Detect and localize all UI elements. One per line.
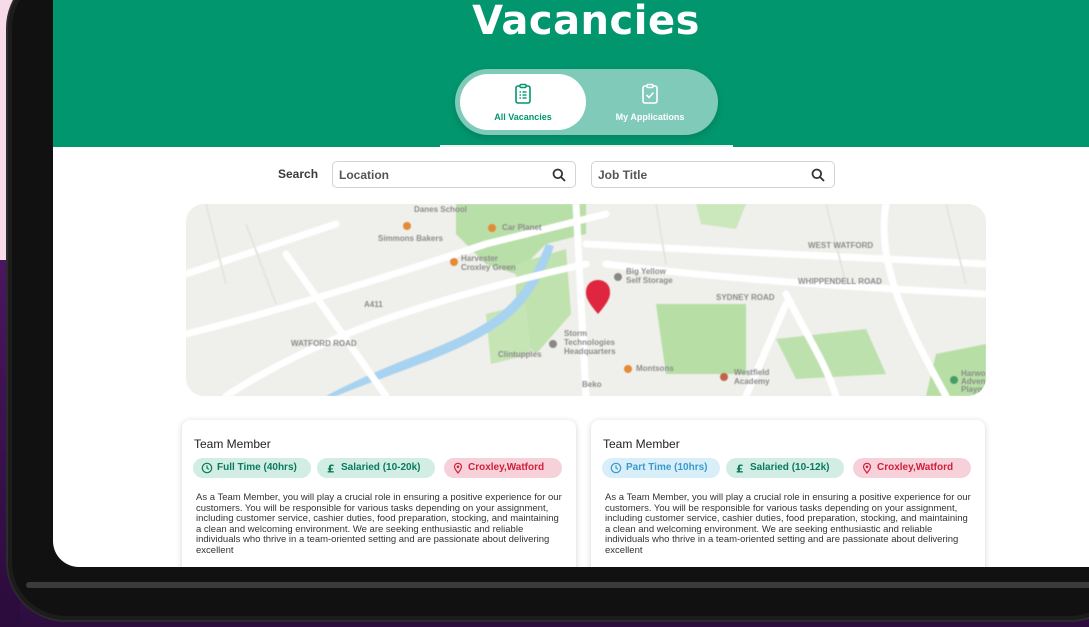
pound-icon: £	[736, 463, 744, 475]
poi-marker[interactable]	[549, 340, 557, 348]
map-label: A411	[364, 300, 383, 309]
vacancy-description: As a Team Member, you will play a crucia…	[605, 492, 971, 556]
map-label: WHIPPENDELL ROAD	[798, 277, 882, 286]
bezel-edge	[26, 582, 1089, 588]
search-bar: Search	[53, 161, 1089, 189]
map-pin-icon	[862, 462, 872, 474]
vacancy-title: Team Member	[603, 437, 680, 451]
map-label: Technologies	[564, 338, 616, 347]
tab-switcher: All Vacancies My Applications	[455, 69, 718, 135]
app-screen: Vacancies All Vacancies My Applications …	[53, 0, 1089, 567]
salary-badge: £ Salaried (10-20k)	[317, 458, 435, 478]
tab-my-applications-label: My Applications	[615, 112, 685, 122]
vacancy-card[interactable]: Team Member Part Time (10hrs) £ Salaried…	[591, 420, 985, 567]
map-label: Westfield	[734, 368, 770, 377]
map-label: Montsons	[636, 364, 674, 373]
hours-badge: Part Time (10hrs)	[602, 458, 720, 478]
job-title-field	[591, 161, 835, 188]
poi-marker[interactable]	[624, 365, 632, 373]
page-title: Vacancies	[472, 0, 700, 44]
page-header: Vacancies All Vacancies My Applications	[53, 0, 1089, 147]
vacancy-title: Team Member	[194, 437, 271, 451]
salary-badge: £ Salaried (10-12k)	[726, 458, 844, 478]
poi-marker[interactable]	[488, 224, 496, 232]
poi-marker[interactable]	[950, 376, 958, 384]
vacancy-map[interactable]: Danes School Car Planet Simmons Bakers H…	[186, 204, 986, 396]
map-label: Playg	[961, 385, 982, 394]
map-label: Academy	[734, 377, 770, 386]
job-title-input[interactable]	[592, 162, 792, 187]
hours-text: Full Time (40hrs)	[217, 462, 297, 473]
search-icon[interactable]	[552, 168, 566, 182]
salary-text: Salaried (10-12k)	[750, 462, 830, 473]
location-badge: Croxley,Watford	[853, 458, 971, 478]
map-label: Croxley Green	[461, 263, 516, 272]
map-label: Harvester	[461, 254, 498, 263]
tab-all-vacancies[interactable]: All Vacancies	[460, 74, 586, 130]
clipboard-check-icon	[642, 83, 658, 104]
pound-icon: £	[327, 463, 335, 475]
map-label: Big Yellow	[626, 267, 667, 276]
svg-text:£: £	[327, 463, 335, 475]
vacancy-card[interactable]: Team Member Full Time (40hrs) £ Salaried…	[182, 420, 576, 567]
search-label: Search	[278, 167, 319, 181]
tab-all-vacancies-label: All Vacancies	[494, 112, 552, 122]
location-text: Croxley,Watford	[468, 462, 545, 473]
map-label: Danes School	[414, 205, 467, 214]
hours-badge: Full Time (40hrs)	[193, 458, 311, 478]
map-label: Beko	[582, 380, 602, 389]
map-label: Self Storage	[626, 276, 673, 285]
vacancy-description: As a Team Member, you will play a crucia…	[196, 492, 562, 556]
poi-marker[interactable]	[720, 373, 728, 381]
map-label: Clintupples	[498, 350, 542, 359]
poi-marker[interactable]	[614, 273, 622, 281]
tablet-frame: Vacancies All Vacancies My Applications …	[8, 0, 1089, 620]
location-badge: Croxley,Watford	[444, 458, 562, 478]
map-label: SYDNEY ROAD	[716, 293, 775, 302]
map-label: WEST WATFORD	[808, 241, 873, 250]
tab-my-applications[interactable]: My Applications	[587, 74, 713, 130]
location-input[interactable]	[333, 162, 533, 187]
poi-marker[interactable]	[450, 258, 458, 266]
map-label: Car Planet	[502, 223, 542, 232]
map-canvas: Danes School Car Planet Simmons Bakers H…	[186, 204, 986, 396]
map-label: Simmons Bakers	[378, 234, 443, 243]
clipboard-list-icon	[515, 83, 531, 104]
salary-text: Salaried (10-20k)	[341, 462, 421, 473]
svg-text:£: £	[736, 463, 744, 475]
clock-icon	[201, 462, 213, 474]
search-icon[interactable]	[811, 168, 825, 182]
hours-text: Part Time (10hrs)	[626, 462, 708, 473]
location-field	[332, 161, 576, 188]
map-label: Headquarters	[564, 347, 616, 356]
map-pin-icon	[453, 462, 463, 474]
map-label: WATFORD ROAD	[291, 339, 357, 348]
clock-icon	[610, 462, 622, 474]
poi-marker[interactable]	[403, 222, 411, 230]
map-label: Storm	[564, 329, 587, 338]
location-text: Croxley,Watford	[877, 462, 954, 473]
tab-underline	[440, 145, 733, 147]
